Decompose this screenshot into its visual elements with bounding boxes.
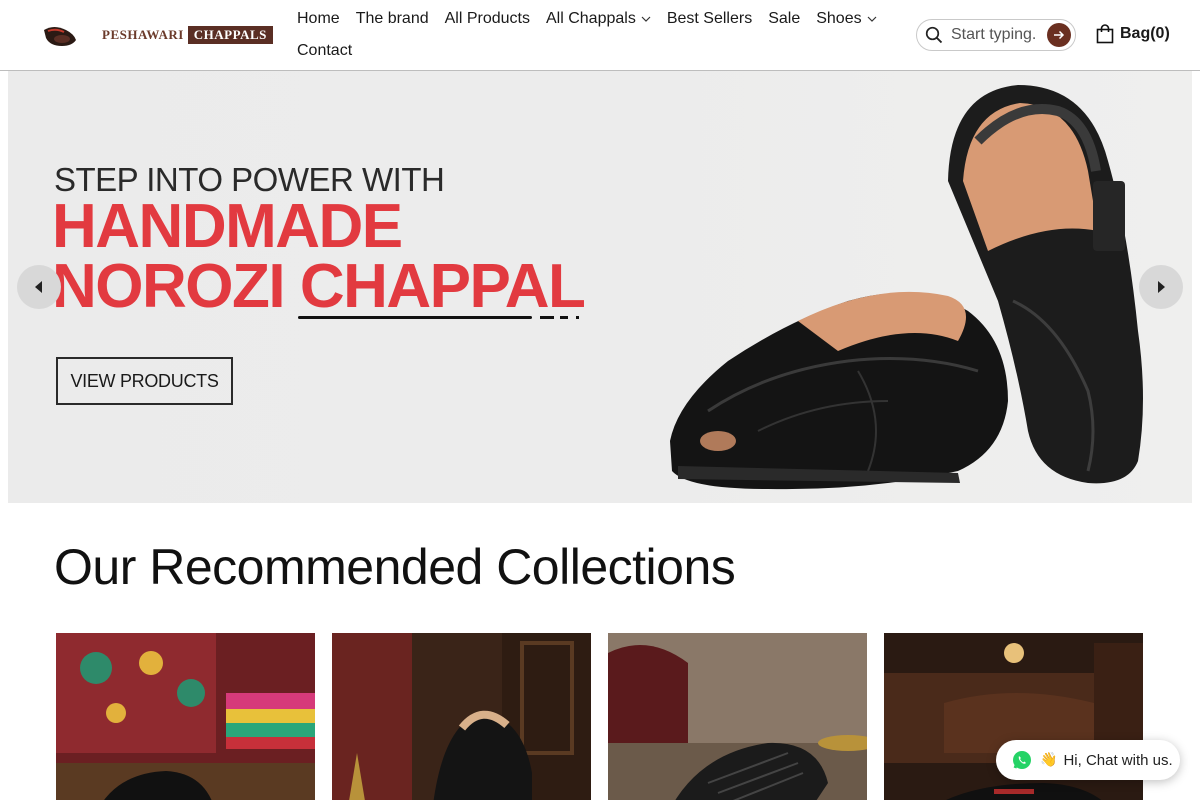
chevron-down-icon bbox=[641, 16, 651, 22]
search-icon bbox=[925, 26, 943, 44]
collection-image-3 bbox=[608, 633, 867, 800]
whatsapp-icon bbox=[1013, 751, 1031, 769]
chevron-right-icon bbox=[1158, 281, 1165, 293]
shopping-bag-icon bbox=[1096, 24, 1114, 44]
nav-the-brand[interactable]: The brand bbox=[356, 6, 429, 32]
collection-card-3[interactable] bbox=[608, 633, 867, 800]
brand-word-1: PESHAWARI bbox=[102, 27, 184, 42]
whatsapp-chat-widget[interactable]: 👋 Hi, Chat with us. bbox=[996, 740, 1180, 780]
slider-next-button[interactable] bbox=[1139, 265, 1183, 309]
bag-button[interactable]: Bag(0) bbox=[1096, 24, 1170, 44]
main-nav: Home The brand All Products All Chappals… bbox=[297, 6, 877, 64]
nav-shoes[interactable]: Shoes bbox=[816, 6, 877, 32]
collections-grid bbox=[56, 633, 1143, 800]
chappal-product-image bbox=[670, 85, 1143, 490]
view-products-button[interactable]: VIEW PRODUCTS bbox=[56, 357, 233, 405]
chappal-logo-icon bbox=[44, 27, 76, 46]
nav-all-chappals-label: All Chappals bbox=[546, 10, 636, 27]
brand-logo[interactable]: PESHAWARI CHAPPALS bbox=[42, 22, 273, 48]
collection-card-2[interactable] bbox=[332, 633, 591, 800]
slider-prev-button[interactable] bbox=[17, 265, 61, 309]
search-submit-button[interactable] bbox=[1047, 23, 1071, 47]
wave-emoji: 👋 bbox=[1040, 752, 1058, 768]
search-input[interactable] bbox=[951, 26, 1045, 44]
chevron-left-icon bbox=[35, 281, 42, 293]
hero-headline-line2: NOROZI CHAPPAL bbox=[52, 252, 586, 321]
bag-label: Bag(0) bbox=[1120, 25, 1170, 42]
site-header: PESHAWARI CHAPPALS Home The brand All Pr… bbox=[0, 0, 1200, 71]
collection-image-2 bbox=[332, 633, 591, 800]
nav-all-products[interactable]: All Products bbox=[445, 6, 530, 32]
chevron-down-icon bbox=[867, 16, 877, 22]
nav-best-sellers[interactable]: Best Sellers bbox=[667, 6, 752, 32]
search-box bbox=[916, 19, 1076, 51]
nav-contact[interactable]: Contact bbox=[297, 38, 352, 64]
hero-banner: STEP INTO POWER WITH HANDMADE NOROZI CHA… bbox=[8, 71, 1192, 503]
brand-word-2: CHAPPALS bbox=[187, 26, 273, 44]
brand-wordmark: PESHAWARI CHAPPALS bbox=[98, 26, 273, 44]
collection-image-1 bbox=[56, 633, 315, 800]
collection-card-1[interactable] bbox=[56, 633, 315, 800]
nav-home[interactable]: Home bbox=[297, 6, 340, 32]
arrow-right-icon bbox=[1054, 30, 1065, 40]
hero-headline-line1: HANDMADE bbox=[52, 192, 403, 261]
chat-label: Hi, Chat with us. bbox=[1063, 751, 1173, 769]
collections-title: Our Recommended Collections bbox=[54, 539, 736, 595]
nav-shoes-label: Shoes bbox=[816, 10, 862, 27]
nav-sale[interactable]: Sale bbox=[768, 6, 800, 32]
nav-all-chappals[interactable]: All Chappals bbox=[546, 6, 651, 32]
